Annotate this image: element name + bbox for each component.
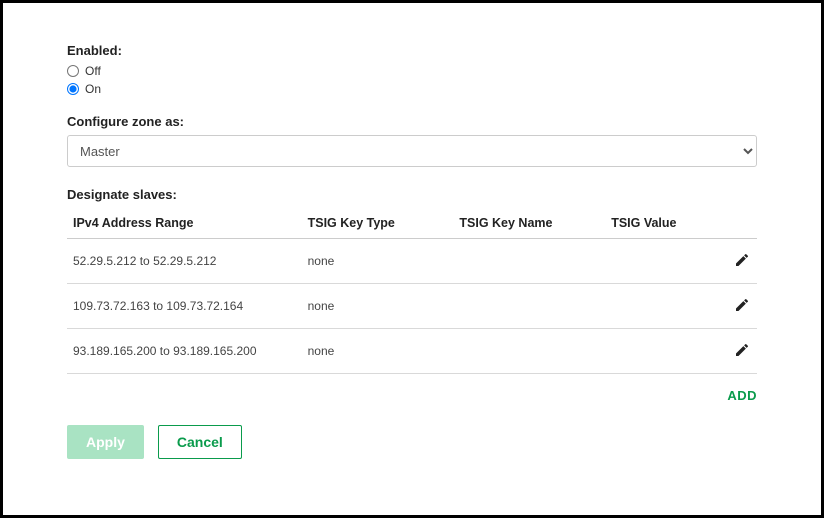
slaves-table: IPv4 Address Range TSIG Key Type TSIG Ke… xyxy=(67,208,757,374)
table-row: 52.29.5.212 to 52.29.5.212 none xyxy=(67,239,757,284)
cancel-button[interactable]: Cancel xyxy=(158,425,242,459)
header-key-name: TSIG Key Name xyxy=(453,208,605,239)
edit-row-button[interactable] xyxy=(733,296,751,314)
pencil-icon xyxy=(734,252,750,268)
configure-zone-select-wrap: Master xyxy=(67,135,757,167)
slaves-header-row: IPv4 Address Range TSIG Key Type TSIG Ke… xyxy=(67,208,757,239)
apply-button[interactable]: Apply xyxy=(67,425,144,459)
cell-key-value xyxy=(605,329,709,374)
cell-key-type: none xyxy=(302,239,454,284)
enabled-on-option[interactable]: On xyxy=(67,82,757,96)
cell-key-value xyxy=(605,284,709,329)
configure-zone-select[interactable]: Master xyxy=(67,135,757,167)
enabled-label: Enabled: xyxy=(67,43,757,58)
enabled-off-radio[interactable] xyxy=(67,65,79,77)
cell-key-name xyxy=(453,329,605,374)
cell-key-name xyxy=(453,284,605,329)
cell-ip: 93.189.165.200 to 93.189.165.200 xyxy=(67,329,302,374)
edit-row-button[interactable] xyxy=(733,341,751,359)
header-key-value: TSIG Value xyxy=(605,208,709,239)
pencil-icon xyxy=(734,342,750,358)
cell-key-value xyxy=(605,239,709,284)
enabled-off-label: Off xyxy=(85,64,101,78)
enabled-off-option[interactable]: Off xyxy=(67,64,757,78)
enabled-on-label: On xyxy=(85,82,101,96)
pencil-icon xyxy=(734,297,750,313)
table-row: 93.189.165.200 to 93.189.165.200 none xyxy=(67,329,757,374)
cell-ip: 109.73.72.163 to 109.73.72.164 xyxy=(67,284,302,329)
add-row: ADD xyxy=(67,388,757,403)
button-row: Apply Cancel xyxy=(67,425,757,459)
table-row: 109.73.72.163 to 109.73.72.164 none xyxy=(67,284,757,329)
edit-row-button[interactable] xyxy=(733,251,751,269)
designate-slaves-label: Designate slaves: xyxy=(67,187,757,202)
cell-ip: 52.29.5.212 to 52.29.5.212 xyxy=(67,239,302,284)
header-key-type: TSIG Key Type xyxy=(302,208,454,239)
enabled-on-radio[interactable] xyxy=(67,83,79,95)
cell-key-name xyxy=(453,239,605,284)
cell-key-type: none xyxy=(302,329,454,374)
enabled-radio-group: Off On xyxy=(67,64,757,96)
configure-zone-label: Configure zone as: xyxy=(67,114,757,129)
header-actions xyxy=(709,208,757,239)
header-ip: IPv4 Address Range xyxy=(67,208,302,239)
zone-config-frame: Enabled: Off On Configure zone as: Maste… xyxy=(0,0,824,518)
add-button[interactable]: ADD xyxy=(727,388,757,403)
cell-key-type: none xyxy=(302,284,454,329)
